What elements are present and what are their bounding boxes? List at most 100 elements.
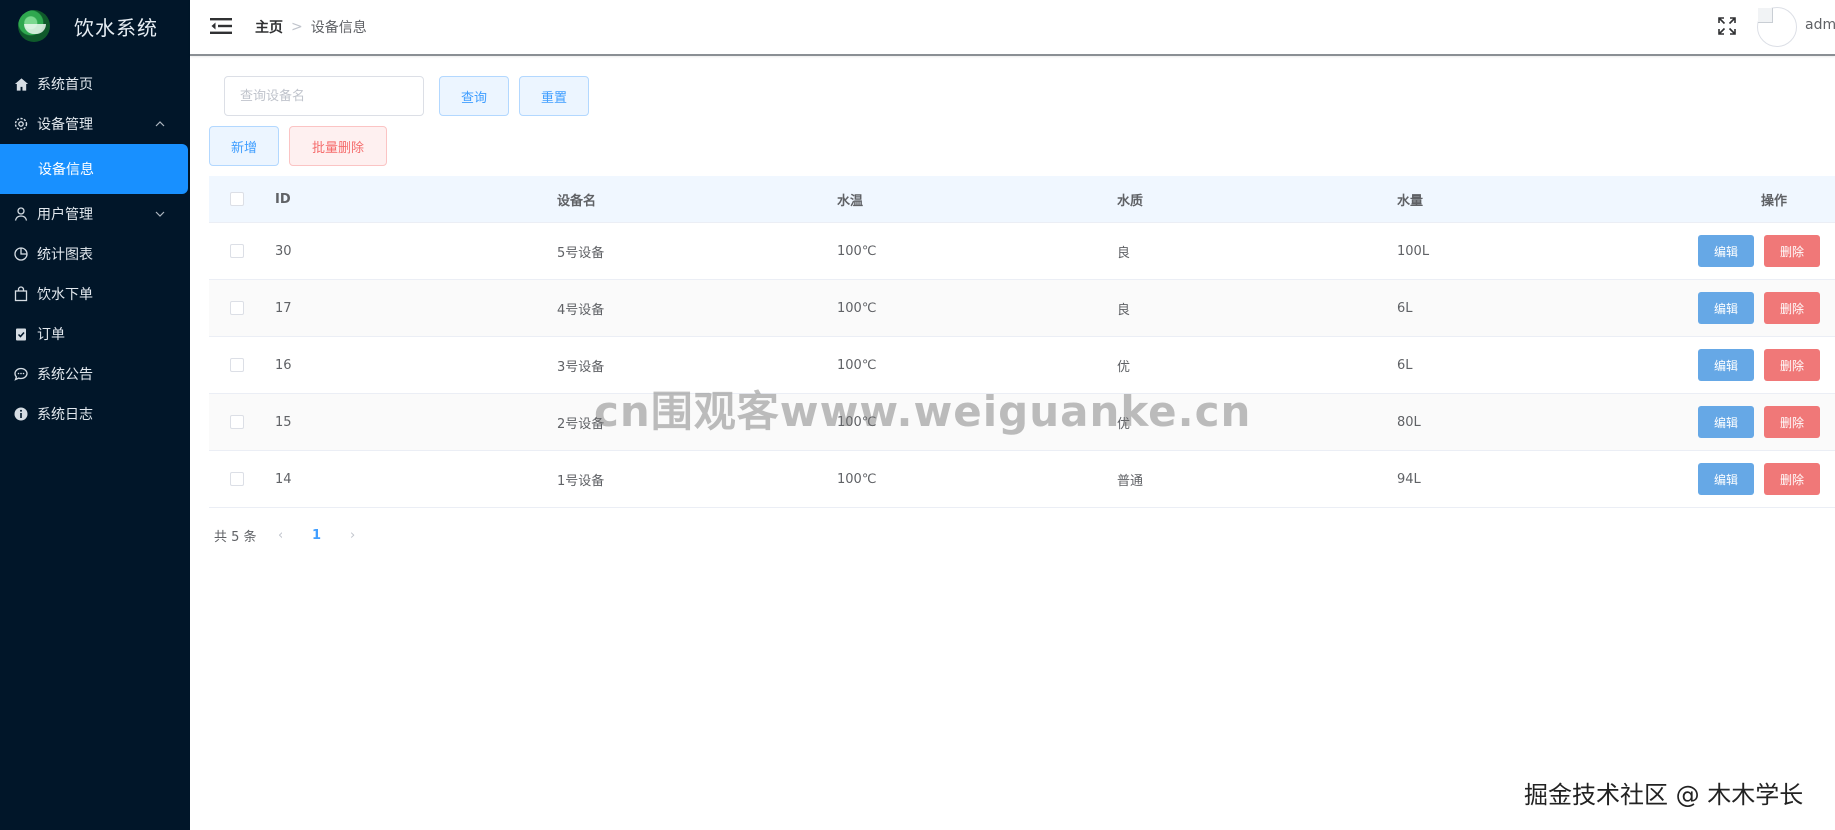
cell-temperature: 100℃	[837, 300, 877, 316]
column-header-temperature: 水温	[837, 193, 864, 209]
cell-name: 2号设备	[557, 416, 605, 432]
row-checkbox-cell	[209, 472, 275, 486]
app-root: 饮水系统 系统首页 设备管理 设备信息 用户管理 统计图表 饮水下单 订单 系统…	[0, 0, 1835, 830]
table-row: 15 2号设备 100℃ 优 80L 编辑 删除	[209, 394, 1835, 451]
sidebar-subitem-label: 设备信息	[38, 162, 94, 178]
edit-button[interactable]: 编辑	[1698, 235, 1754, 267]
row-checkbox-cell	[209, 358, 275, 372]
sidebar-item-label: 系统首页	[37, 77, 93, 93]
select-all-checkbox[interactable]	[230, 192, 244, 206]
row-checkbox-cell	[209, 301, 275, 315]
next-page-icon[interactable]: ›	[337, 528, 369, 543]
row-checkbox[interactable]	[230, 415, 244, 429]
sidebar-item-label: 设备管理	[37, 117, 93, 133]
username[interactable]: adm	[1805, 17, 1835, 33]
sidebar-item-user-management[interactable]: 用户管理	[0, 194, 190, 234]
edit-button[interactable]: 编辑	[1698, 406, 1754, 438]
avatar[interactable]	[1757, 7, 1797, 47]
delete-button[interactable]: 删除	[1764, 463, 1820, 495]
sidebar-item-label: 订单	[37, 327, 65, 343]
fullscreen-icon[interactable]	[1717, 16, 1737, 36]
delete-button[interactable]: 删除	[1764, 292, 1820, 324]
cell-actions: 编辑 删除	[1677, 406, 1835, 438]
row-checkbox[interactable]	[230, 244, 244, 258]
cell-actions: 编辑 删除	[1677, 349, 1835, 381]
sidebar-item-device-management[interactable]: 设备管理	[0, 104, 190, 144]
sidebar-item-orders[interactable]: 订单	[0, 314, 190, 354]
chevron-down-icon	[152, 206, 168, 222]
cell-amount: 6L	[1397, 357, 1413, 373]
app-title: 饮水系统	[74, 15, 158, 40]
breadcrumb: 主页 > 设备信息	[255, 17, 367, 37]
sidebar-item-water-order[interactable]: 饮水下单	[0, 274, 190, 314]
cell-name: 5号设备	[557, 245, 605, 261]
gear-icon	[13, 116, 29, 132]
select-all-cell	[209, 192, 275, 206]
chevron-up-icon	[152, 116, 168, 132]
table-row: 16 3号设备 100℃ 优 6L 编辑 删除	[209, 337, 1835, 394]
cell-id: 15	[275, 414, 292, 430]
delete-button[interactable]: 删除	[1764, 235, 1820, 267]
sidebar-item-label: 系统公告	[37, 367, 93, 383]
column-header-id: ID	[275, 191, 291, 207]
cell-name: 1号设备	[557, 473, 605, 489]
edit-button[interactable]: 编辑	[1698, 349, 1754, 381]
table-row: 17 4号设备 100℃ 良 6L 编辑 删除	[209, 280, 1835, 337]
sidebar-item-label: 饮水下单	[37, 287, 93, 303]
cell-actions: 编辑 删除	[1677, 292, 1835, 324]
breadcrumb-home[interactable]: 主页	[255, 17, 283, 37]
sidebar-item-system-logs[interactable]: 系统日志	[0, 394, 190, 434]
page-number[interactable]: 1	[297, 528, 337, 543]
edit-button[interactable]: 编辑	[1698, 463, 1754, 495]
top-header: 主页 > 设备信息 adm	[190, 0, 1835, 56]
query-button[interactable]: 查询	[439, 76, 509, 116]
cell-amount: 6L	[1397, 300, 1413, 316]
column-header-actions: 操作	[1677, 190, 1835, 209]
search-input[interactable]	[224, 76, 424, 116]
clipboard-check-icon	[13, 326, 29, 342]
row-checkbox[interactable]	[230, 301, 244, 315]
cell-temperature: 100℃	[837, 243, 877, 259]
cell-amount: 100L	[1397, 243, 1430, 259]
sidebar-item-home[interactable]: 系统首页	[0, 64, 190, 104]
table-header: ID 设备名 水温 水质 水量 操作	[209, 176, 1835, 223]
edit-button[interactable]: 编辑	[1698, 292, 1754, 324]
sidebar-menu: 系统首页 设备管理 设备信息 用户管理 统计图表 饮水下单 订单 系统公告 系统…	[0, 64, 190, 434]
cell-actions: 编辑 删除	[1677, 235, 1835, 267]
table-row: 14 1号设备 100℃ 普通 94L 编辑 删除	[209, 451, 1835, 508]
pie-chart-icon	[13, 246, 29, 262]
column-header-amount: 水量	[1397, 193, 1424, 209]
menu-collapse-icon[interactable]	[210, 17, 232, 35]
user-icon	[13, 206, 29, 222]
add-button[interactable]: 新增	[209, 126, 279, 166]
cell-temperature: 100℃	[837, 357, 877, 373]
sidebar-item-statistics[interactable]: 统计图表	[0, 234, 190, 274]
sidebar-item-label: 用户管理	[37, 207, 93, 223]
delete-button[interactable]: 删除	[1764, 349, 1820, 381]
info-circle-icon	[13, 406, 29, 422]
sidebar-item-device-info[interactable]: 设备信息	[0, 144, 188, 194]
column-header-quality: 水质	[1117, 193, 1144, 209]
cell-temperature: 100℃	[837, 414, 877, 430]
cell-id: 30	[275, 243, 292, 259]
cell-amount: 94L	[1397, 471, 1421, 487]
prev-page-icon[interactable]: ‹	[265, 528, 297, 543]
batch-delete-button[interactable]: 批量删除	[289, 126, 387, 166]
pagination: 共 5 条 ‹ 1 ›	[214, 526, 369, 545]
row-checkbox[interactable]	[230, 472, 244, 486]
row-checkbox-cell	[209, 244, 275, 258]
delete-button[interactable]: 删除	[1764, 406, 1820, 438]
table-row: 30 5号设备 100℃ 良 100L 编辑 删除	[209, 223, 1835, 280]
cell-amount: 80L	[1397, 414, 1421, 430]
reset-button[interactable]: 重置	[519, 76, 589, 116]
footer-watermark: 掘金技术社区 @ 木木学长	[1524, 781, 1804, 809]
home-icon	[13, 76, 29, 92]
device-table: ID 设备名 水温 水质 水量 操作 30 5号设备 100℃ 良 100L 编…	[209, 176, 1835, 508]
cell-id: 16	[275, 357, 292, 373]
sidebar-item-announcements[interactable]: 系统公告	[0, 354, 190, 394]
cell-name: 4号设备	[557, 302, 605, 318]
chat-bubble-icon	[13, 366, 29, 382]
cell-quality: 普通	[1117, 473, 1144, 489]
sidebar-item-label: 系统日志	[37, 407, 93, 423]
row-checkbox[interactable]	[230, 358, 244, 372]
